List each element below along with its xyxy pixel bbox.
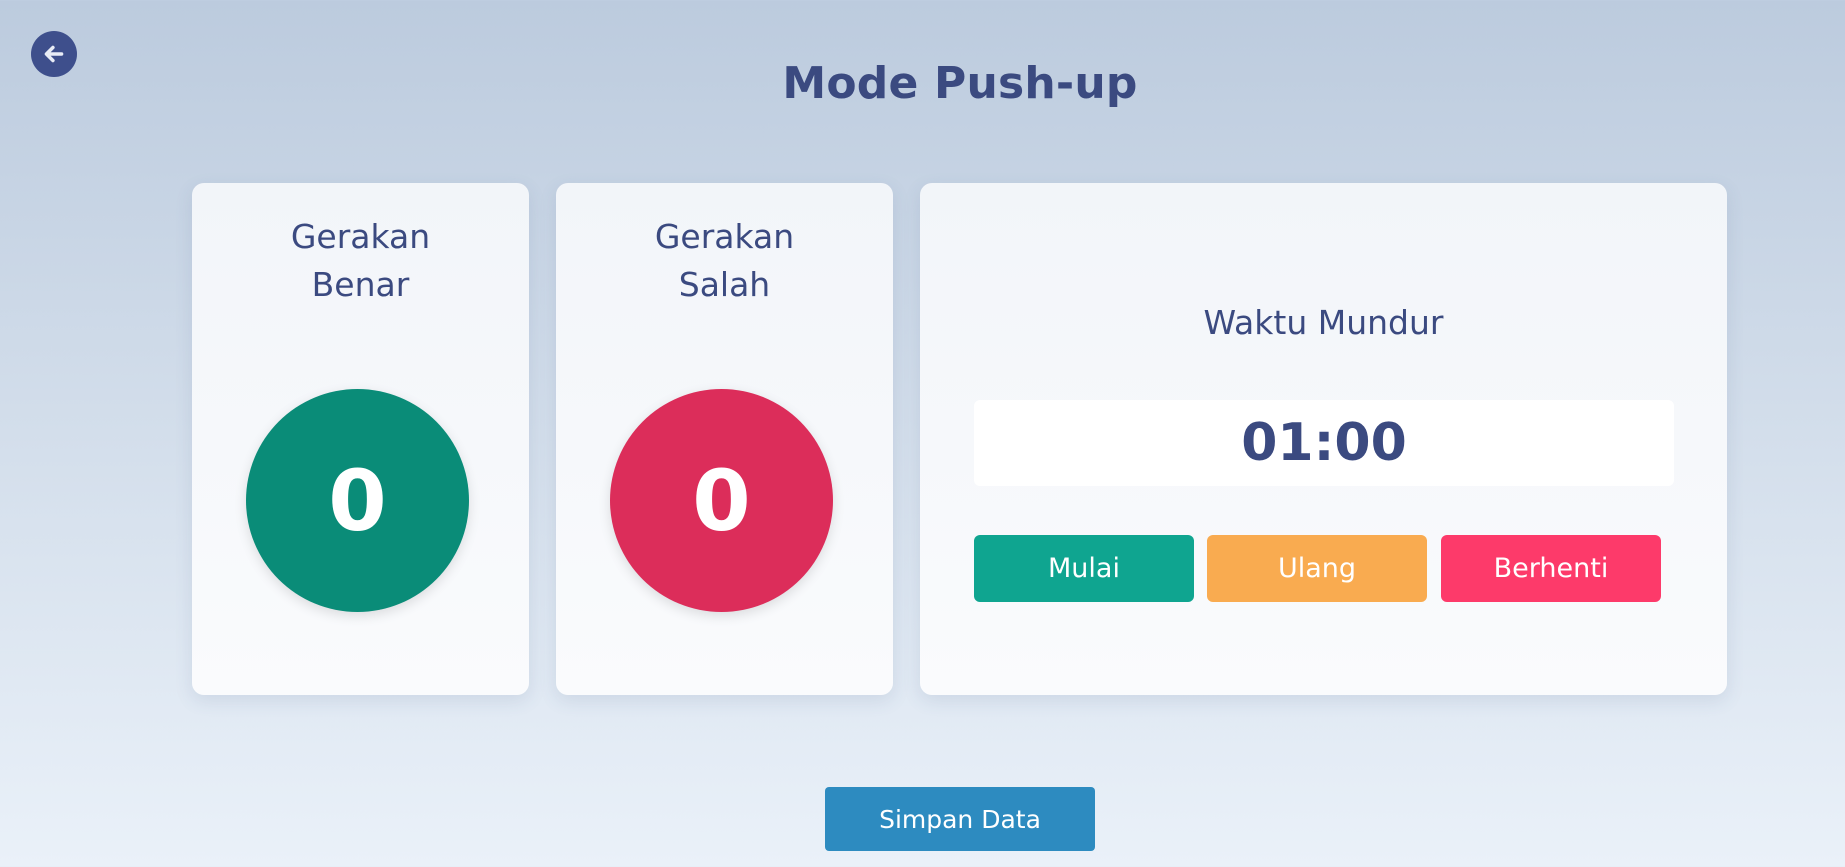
correct-moves-label: Gerakan Benar bbox=[290, 217, 431, 304]
correct-moves-counter: 0 bbox=[246, 389, 469, 612]
reset-button[interactable]: Ulang bbox=[1207, 535, 1427, 602]
countdown-card: Waktu Mundur 01:00 Mulai Ulang Berhenti bbox=[920, 183, 1727, 695]
save-data-button[interactable]: Simpan Data bbox=[825, 787, 1095, 851]
correct-moves-card: Gerakan Benar 0 bbox=[192, 183, 529, 695]
stop-button[interactable]: Berhenti bbox=[1441, 535, 1661, 602]
wrong-moves-counter: 0 bbox=[610, 389, 833, 612]
wrong-moves-label: Gerakan Salah bbox=[654, 217, 795, 304]
wrong-moves-card: Gerakan Salah 0 bbox=[556, 183, 893, 695]
page-title: Mode Push-up bbox=[782, 58, 1138, 109]
countdown-display: 01:00 bbox=[974, 400, 1674, 486]
start-button[interactable]: Mulai bbox=[974, 535, 1194, 602]
countdown-label: Waktu Mundur bbox=[1203, 303, 1444, 342]
